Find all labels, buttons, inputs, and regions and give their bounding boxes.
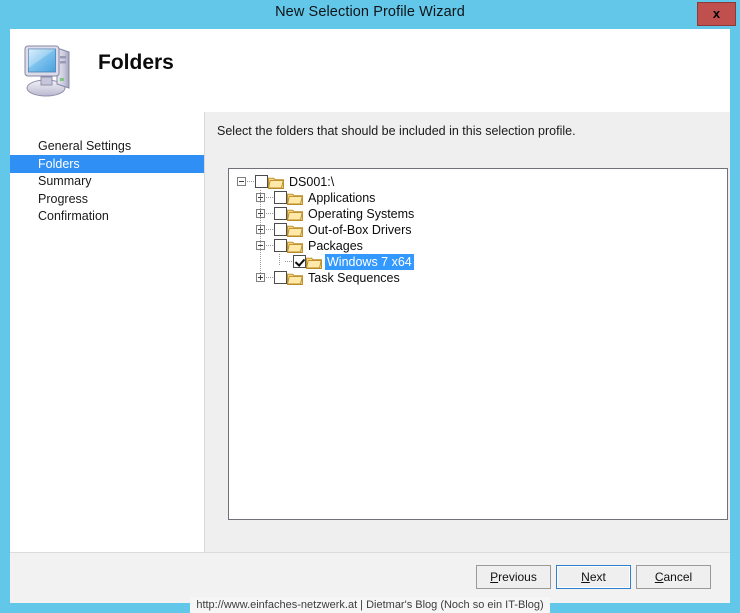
tree-connector xyxy=(266,229,273,231)
window-title: New Selection Profile Wizard xyxy=(275,4,465,20)
sidebar-item-label: Summary xyxy=(38,174,92,188)
folder-checkbox[interactable] xyxy=(274,271,287,284)
folder-checkbox[interactable] xyxy=(274,207,287,220)
computer-icon xyxy=(21,38,87,100)
tree-item-label[interactable]: Operating Systems xyxy=(306,206,416,222)
folder-icon xyxy=(305,256,322,269)
close-button[interactable]: x xyxy=(697,2,736,26)
tree-connector xyxy=(247,181,254,183)
folder-checkbox[interactable] xyxy=(274,191,287,204)
tree-item-label[interactable]: Packages xyxy=(306,238,365,254)
expand-icon[interactable] xyxy=(256,273,265,282)
tree-row[interactable]: Packages xyxy=(229,238,727,254)
sidebar-item-folders[interactable]: Folders xyxy=(10,154,204,173)
body-panel: General Settings Folders Summary Progress Co… xyxy=(10,112,730,552)
sidebar-item-label: Progress xyxy=(38,191,89,206)
folder-tree[interactable]: DS001:\ Applications Operating Systems Out-… xyxy=(228,168,728,520)
sidebar-item-label: General Settings xyxy=(38,139,132,153)
title-bar: New Selection Profile Wizard x xyxy=(0,0,740,29)
header-panel: Folders xyxy=(10,29,730,112)
sidebar-item-confirmation[interactable]: Confirmation xyxy=(10,207,204,225)
tree-connector xyxy=(260,190,262,273)
sidebar-item-general-settings[interactable]: General Settings xyxy=(10,137,204,155)
previous-button[interactable]: Previous xyxy=(476,565,551,589)
folder-icon xyxy=(286,240,303,253)
instruction-text: Select the folders that should be includ… xyxy=(217,124,576,138)
folder-checkbox[interactable] xyxy=(293,255,306,268)
folder-icon xyxy=(286,208,303,221)
tree-row[interactable]: DS001:\ xyxy=(229,174,727,190)
sidebar-item-label: Folders xyxy=(38,156,80,171)
tree-row[interactable]: Out-of-Box Drivers xyxy=(229,222,727,238)
tree-connector xyxy=(266,277,273,279)
tree-row[interactable]: Windows 7 x64 xyxy=(229,254,727,270)
folder-icon xyxy=(267,176,284,189)
footer-panel: Previous Next Cancel xyxy=(10,552,730,603)
sidebar-item-summary[interactable]: Summary xyxy=(10,172,204,190)
sidebar-item-label: Confirmation xyxy=(38,209,109,223)
watermark-text: http://www.einfaches-netzwerk.at | Dietm… xyxy=(190,597,550,613)
folder-checkbox[interactable] xyxy=(255,175,268,188)
wizard-window: New Selection Profile Wizard x Folders G… xyxy=(0,0,740,613)
tree-item-label[interactable]: Out-of-Box Drivers xyxy=(306,222,414,238)
tree-connector xyxy=(285,261,292,263)
collapse-icon[interactable] xyxy=(237,177,246,186)
tree-item-label[interactable]: Task Sequences xyxy=(306,270,402,286)
folder-checkbox[interactable] xyxy=(274,239,287,252)
tree-row[interactable]: Operating Systems xyxy=(229,206,727,222)
tree-connector xyxy=(266,213,273,215)
folder-checkbox[interactable] xyxy=(274,223,287,236)
next-button[interactable]: Next xyxy=(556,565,631,589)
tree-row[interactable]: Task Sequences xyxy=(229,270,727,286)
content-area: Select the folders that should be includ… xyxy=(206,112,730,552)
folder-icon xyxy=(286,224,303,237)
tree-connector xyxy=(266,197,273,199)
tree-connector xyxy=(279,254,281,265)
cancel-button[interactable]: Cancel xyxy=(636,565,711,589)
sidebar-item-progress[interactable]: Progress xyxy=(10,190,204,208)
tree-item-label[interactable]: DS001:\ xyxy=(287,174,336,190)
wizard-step-list: General Settings Folders Summary Progress Co… xyxy=(10,112,205,552)
tree-item-label[interactable]: Windows 7 x64 xyxy=(325,254,414,270)
folder-icon xyxy=(286,192,303,205)
page-title: Folders xyxy=(98,51,174,74)
tree-connector xyxy=(266,245,273,247)
folder-icon xyxy=(286,272,303,285)
tree-item-label[interactable]: Applications xyxy=(306,190,377,206)
tree-row[interactable]: Applications xyxy=(229,190,727,206)
